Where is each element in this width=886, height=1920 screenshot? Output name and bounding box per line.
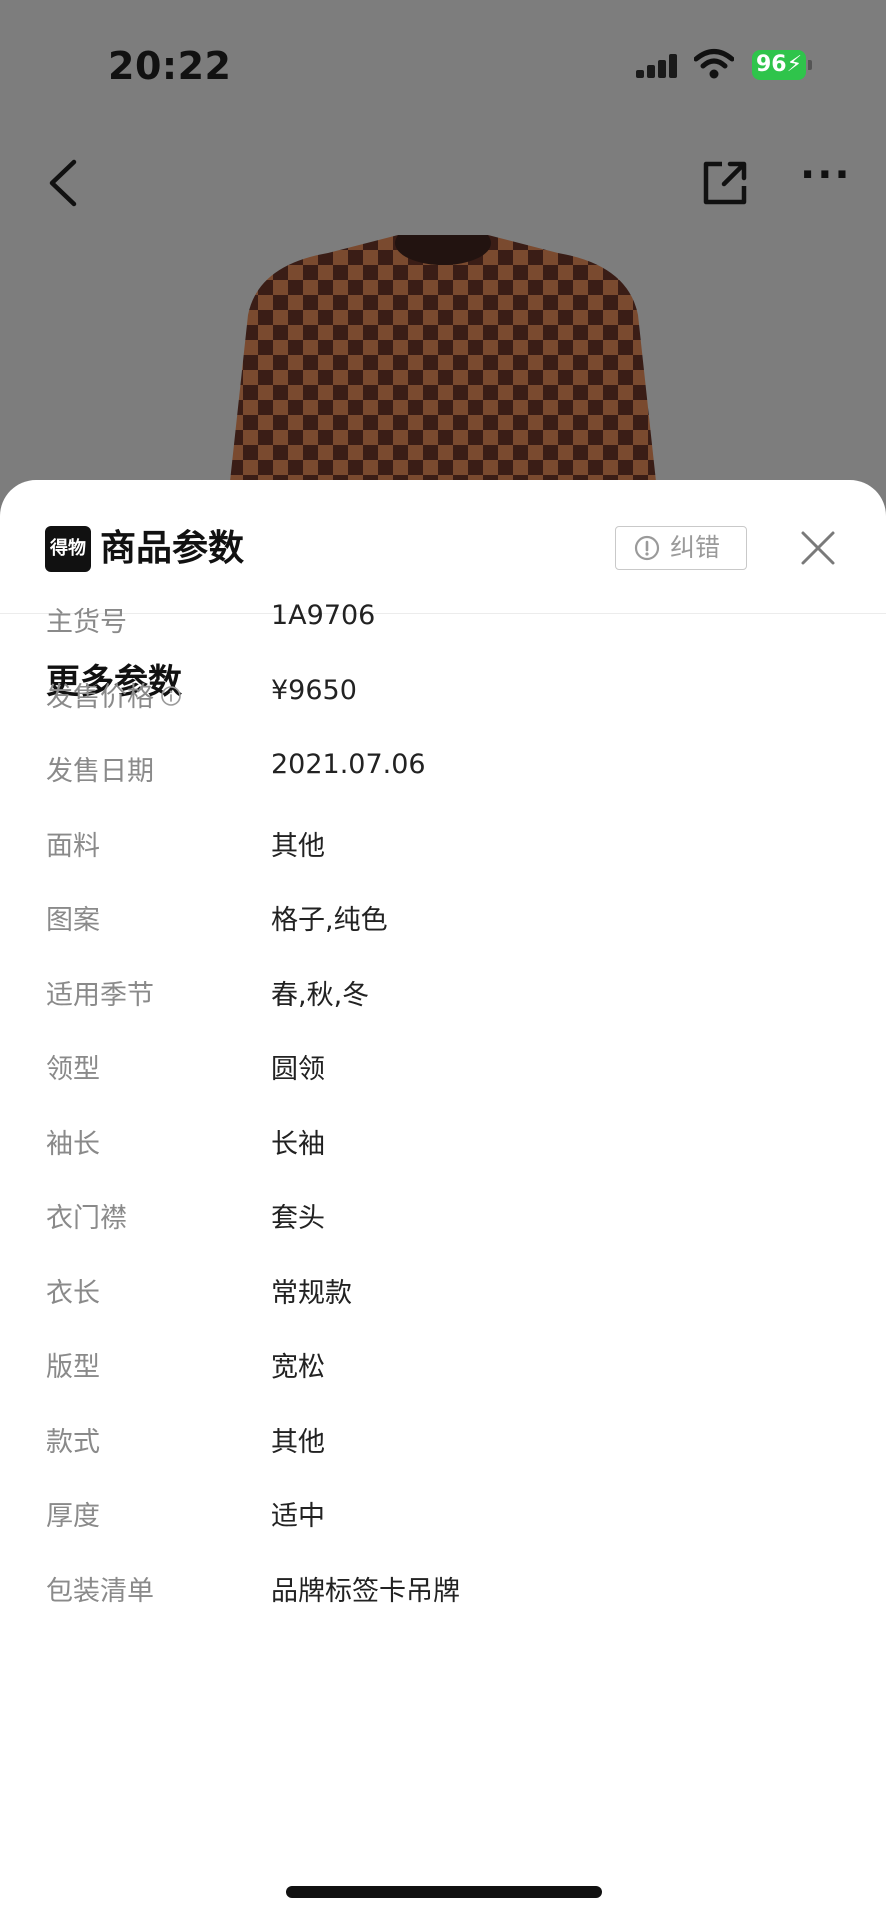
param-label-text: 袖长 bbox=[46, 1128, 100, 1160]
param-value: 春,秋,冬 bbox=[271, 979, 370, 1011]
sheet-header: 得物 商品参数 纠错 bbox=[0, 480, 886, 614]
info-icon[interactable] bbox=[160, 685, 182, 707]
param-value: 套头 bbox=[271, 1203, 325, 1234]
product-params-sheet: 得物 商品参数 纠错 更多参数 主货号 1A9706 发售价格 ¥9650 发售日期 20… bbox=[0, 480, 886, 1920]
param-label: 袖长 bbox=[46, 1122, 100, 1161]
param-row: 适用季节 春,秋,冬 bbox=[46, 973, 846, 1023]
param-row: 衣门襟 套头 bbox=[46, 1196, 846, 1246]
param-label-text: 领型 bbox=[46, 1054, 100, 1085]
wifi-icon bbox=[694, 49, 734, 79]
param-label: 主货号 bbox=[46, 600, 127, 639]
param-label-text: 面料 bbox=[46, 830, 100, 862]
param-label: 适用季节 bbox=[46, 973, 154, 1012]
param-row: 发售日期 2021.07.06 bbox=[46, 749, 846, 799]
share-icon[interactable] bbox=[700, 158, 750, 208]
param-label: 领型 bbox=[46, 1047, 100, 1086]
param-value: ¥9650 bbox=[271, 674, 357, 706]
param-value: 格子,纯色 bbox=[271, 905, 388, 936]
param-value: 宽松 bbox=[271, 1352, 325, 1383]
param-label-text: 适用季节 bbox=[46, 979, 154, 1011]
report-error-label: 纠错 bbox=[670, 533, 721, 562]
param-value: 常规款 bbox=[271, 1277, 352, 1309]
sweater-image bbox=[228, 235, 658, 500]
back-chevron-icon[interactable] bbox=[44, 158, 84, 208]
param-label: 图案 bbox=[46, 898, 100, 937]
param-row: 领型 圆领 bbox=[46, 1047, 846, 1097]
param-label-text: 版型 bbox=[46, 1352, 100, 1383]
param-label: 款式 bbox=[46, 1420, 100, 1459]
param-label-text: 厚度 bbox=[46, 1501, 100, 1532]
param-row: 面料 其他 bbox=[46, 824, 846, 874]
param-label-text: 衣门襟 bbox=[46, 1203, 127, 1234]
battery-indicator: 96⚡ bbox=[752, 50, 812, 80]
param-label-text: 发售日期 bbox=[46, 756, 154, 787]
param-label: 发售日期 bbox=[46, 749, 154, 788]
param-label-text: 衣长 bbox=[46, 1277, 100, 1309]
param-row: 袖长 长袖 bbox=[46, 1122, 846, 1172]
param-label: 衣门襟 bbox=[46, 1196, 127, 1235]
param-value: 适中 bbox=[271, 1501, 325, 1532]
app-logo: 得物 bbox=[45, 526, 91, 572]
param-row: 衣长 常规款 bbox=[46, 1271, 846, 1321]
param-label: 衣长 bbox=[46, 1271, 100, 1310]
param-row: 款式 其他 bbox=[46, 1420, 846, 1470]
param-value: 其他 bbox=[271, 830, 325, 862]
param-label-text: 包装清单 bbox=[46, 1575, 154, 1607]
param-row: 发售价格 ¥9650 bbox=[46, 675, 846, 725]
param-label: 版型 bbox=[46, 1345, 100, 1384]
param-value: 2021.07.06 bbox=[271, 749, 426, 780]
report-error-button[interactable]: 纠错 bbox=[615, 526, 747, 570]
param-row: 图案 格子,纯色 bbox=[46, 898, 846, 948]
param-label: 发售价格 bbox=[46, 675, 182, 714]
param-label-text: 款式 bbox=[46, 1426, 100, 1458]
param-value: 圆领 bbox=[271, 1054, 325, 1085]
param-label-text: 主货号 bbox=[46, 607, 127, 638]
param-row: 厚度 适中 bbox=[46, 1494, 846, 1544]
param-row: 主货号 1A9706 bbox=[46, 600, 846, 650]
status-time: 20:22 bbox=[108, 44, 232, 88]
signal-icon bbox=[636, 52, 680, 78]
param-label: 面料 bbox=[46, 824, 100, 863]
param-label-text: 图案 bbox=[46, 905, 100, 936]
param-value: 长袖 bbox=[271, 1128, 325, 1160]
param-row: 版型 宽松 bbox=[46, 1345, 846, 1395]
param-value: 1A9706 bbox=[271, 600, 376, 631]
sheet-title: 商品参数 bbox=[100, 528, 245, 569]
param-label: 厚度 bbox=[46, 1494, 100, 1533]
close-icon[interactable] bbox=[800, 530, 836, 566]
home-indicator[interactable] bbox=[286, 1886, 602, 1898]
param-value: 品牌标签卡吊牌 bbox=[271, 1575, 460, 1607]
param-label: 包装清单 bbox=[46, 1569, 154, 1608]
param-value: 其他 bbox=[271, 1426, 325, 1458]
alert-circle-icon bbox=[634, 535, 660, 561]
more-icon[interactable]: ··· bbox=[800, 155, 850, 204]
param-label-text: 发售价格 bbox=[46, 681, 154, 713]
param-row: 包装清单 品牌标签卡吊牌 bbox=[46, 1569, 846, 1619]
